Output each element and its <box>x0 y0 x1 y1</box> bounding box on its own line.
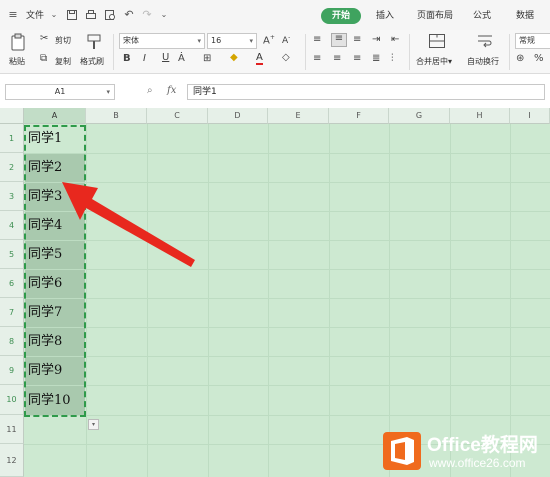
font-name-select[interactable]: 宋体 ▾ <box>119 33 205 49</box>
chevron-down-icon: ▾ <box>249 37 253 45</box>
format-painter-icon[interactable] <box>86 33 102 51</box>
font-size-select[interactable]: 16 ▾ <box>207 33 257 49</box>
customize-chevron-icon[interactable]: ⌄ <box>158 9 170 21</box>
name-box-value: A1 <box>54 87 66 96</box>
increase-font-icon[interactable]: A+ <box>263 35 275 46</box>
cut-button[interactable]: 剪切 <box>55 35 71 46</box>
bold-icon[interactable]: B <box>123 54 131 64</box>
save-icon[interactable] <box>66 9 78 21</box>
align-bottom-icon[interactable]: ≡ <box>353 35 361 45</box>
percent-icon[interactable]: % <box>534 54 544 64</box>
scissors-icon[interactable]: ✂ <box>40 34 48 44</box>
fx-icon[interactable]: fx <box>167 86 176 96</box>
chevron-down-icon: ▾ <box>106 88 110 96</box>
align-middle-icon[interactable]: ≡ <box>331 33 347 47</box>
tab-page-layout[interactable]: 页面布局 <box>417 8 453 21</box>
tab-data[interactable]: 数据 <box>516 8 534 21</box>
strikethrough-icon[interactable]: Ȧ <box>178 54 185 64</box>
chevron-down-icon[interactable]: ⌄ <box>48 9 60 21</box>
font-size-value: 16 <box>211 36 222 45</box>
number-format-value: 常规 <box>519 36 535 45</box>
wrap-text-icon[interactable] <box>476 33 494 49</box>
ribbon-toolbar: 粘贴 ✂ 剪切 ⧉ 复制 格式刷 宋体 ▾ 16 ▾ A+ A- B I U Ȧ ⊞… <box>0 30 550 74</box>
zoom-icon[interactable]: ⌕ <box>147 86 153 96</box>
outdent-icon[interactable]: ⇤ <box>391 35 399 45</box>
paste-button[interactable]: 粘贴 <box>9 56 25 67</box>
divider <box>409 34 410 70</box>
align-center-icon[interactable]: ≡ <box>333 54 341 64</box>
redo-icon[interactable]: ↷ <box>141 9 153 21</box>
tab-home[interactable]: 开始 <box>321 8 361 24</box>
number-format-select[interactable]: 常规 <box>515 33 550 49</box>
merge-center-label: 合并居中 <box>416 57 448 66</box>
format-painter-button[interactable]: 格式刷 <box>80 56 104 67</box>
indent-icon[interactable]: ⇥ <box>372 35 380 45</box>
distributed-icon[interactable]: ⫶ <box>391 54 394 64</box>
divider <box>305 34 306 70</box>
font-name-value: 宋体 <box>123 36 139 45</box>
name-box[interactable]: A1 ▾ <box>5 84 115 100</box>
chevron-down-icon: ▾ <box>197 37 201 45</box>
divider <box>509 34 510 70</box>
tab-formulas[interactable]: 公式 <box>473 8 491 21</box>
align-top-icon[interactable]: ≡ <box>313 35 321 45</box>
merge-center-button[interactable]: 合并居中▾ <box>416 56 452 67</box>
align-right-icon[interactable]: ≡ <box>353 54 361 64</box>
divider <box>113 34 114 70</box>
watermark-url: www.office26.com <box>429 456 526 470</box>
spreadsheet-grid[interactable]: A B C D E F G H I 1 2 3 4 5 6 7 8 9 10 1… <box>0 108 550 477</box>
currency-icon[interactable]: ⊛ <box>516 54 524 64</box>
copy-icon[interactable]: ⧉ <box>40 54 47 64</box>
menu-file[interactable]: 文件 <box>26 8 44 21</box>
copy-button[interactable]: 复制 <box>55 56 71 67</box>
menu-icon[interactable]: ≡ <box>7 9 19 21</box>
align-left-icon[interactable]: ≡ <box>313 54 321 64</box>
underline-icon[interactable]: U <box>162 53 169 63</box>
wrap-text-button[interactable]: 自动换行 <box>467 56 499 67</box>
formula-input[interactable]: 同学1 <box>187 84 545 100</box>
paste-icon[interactable] <box>9 33 27 51</box>
border-icon[interactable]: ⊞ <box>203 54 211 64</box>
annotation-arrow-icon <box>62 182 195 267</box>
font-color-icon[interactable]: A <box>256 53 263 65</box>
menu-bar: ≡ 文件 ⌄ ↶ ↷ ⌄ 开始 插入 页面布局 公式 数据 <box>0 0 550 30</box>
print-icon[interactable] <box>85 9 97 21</box>
justify-icon[interactable]: ≣ <box>372 54 380 64</box>
tab-insert[interactable]: 插入 <box>376 8 394 21</box>
merge-center-icon[interactable] <box>428 33 446 49</box>
office-logo-icon <box>383 432 421 470</box>
watermark-title: Office教程网 <box>427 435 538 456</box>
watermark: Office教程网 www.office26.com <box>383 430 548 474</box>
decrease-font-icon[interactable]: A- <box>282 35 290 46</box>
italic-icon[interactable]: I <box>143 54 146 64</box>
print-preview-icon[interactable] <box>104 9 116 21</box>
formula-bar: A1 ▾ ⌕ fx 同学1 <box>0 74 550 108</box>
fill-color-icon[interactable]: ◆ <box>230 53 238 63</box>
clear-format-icon[interactable]: ◇ <box>282 53 290 63</box>
undo-icon[interactable]: ↶ <box>123 9 135 21</box>
